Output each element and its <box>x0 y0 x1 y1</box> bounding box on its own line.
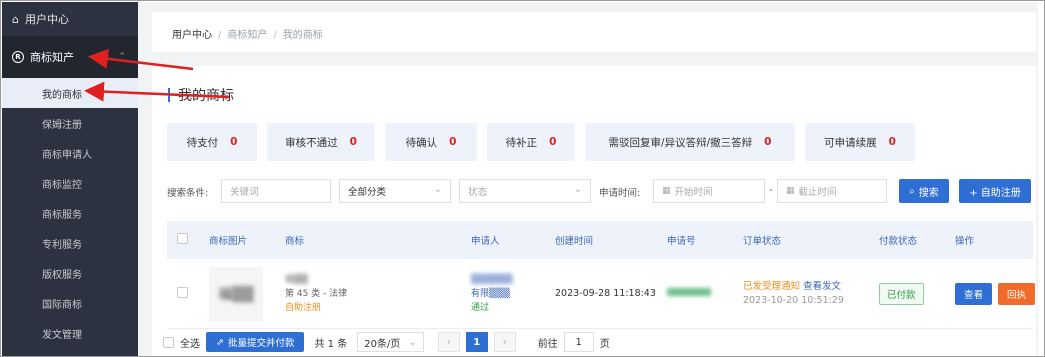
filter-label: 搜索条件: <box>167 188 209 199</box>
status-card-review[interactable]: 需驳回复审/异议答辩/撤三答辩 0 <box>585 123 795 161</box>
sidebar-item-user-center[interactable]: ⌂ 用户中心 <box>2 2 138 36</box>
total-count: 共 1 条 <box>314 338 348 350</box>
status-cards: 待支付 0 审核不通过 0 待确认 0 待补正 0 需驳回复审/异议答辩/撤三答辩 0 可… <box>167 123 915 161</box>
start-date-input[interactable]: ▦ 开始时间 <box>653 179 765 203</box>
status-card-rejected[interactable]: 审核不通过 0 <box>267 123 375 161</box>
trademark-table: 商标图片 商标 申请人 创建时间 申请号 订单状态 付款状态 操作 福▒▒ 福▒… <box>167 221 1036 329</box>
breadcrumb-item[interactable]: 商标知产 <box>227 30 267 41</box>
breadcrumb: 用户中心 / 商标知产 / 我的商标 <box>172 30 323 41</box>
row-checkbox[interactable] <box>177 286 188 298</box>
status-card-confirm[interactable]: 待确认 0 <box>385 123 477 161</box>
calendar-icon: ▦ <box>786 186 795 196</box>
page-suffix: 页 <box>599 338 610 350</box>
trademark-info: 福▒▒ 第 45 类 - 法律 自助注册 <box>285 274 348 313</box>
content-panel: 用户中心 / 商标知产 / 我的商标 我的商标 待支付 0 审核不通过 0 待确认 0 待补正… <box>152 12 1036 356</box>
sidebar: ⌂ 用户中心 R 商标知产 ⌃ 我的商标 保姆注册 商标申请人 商标监控 商标服… <box>2 2 138 356</box>
search-icon: ⌕ <box>909 185 915 197</box>
col-header: 付款状态 <box>879 236 918 247</box>
goto-page-input[interactable]: 1 <box>563 332 594 352</box>
breadcrumb-item: 我的商标 <box>282 30 323 41</box>
home-icon: ⌂ <box>12 12 19 26</box>
sidebar-item-copyright[interactable]: 版权服务 <box>2 258 138 288</box>
category-select[interactable]: 全部分类 ⌄ <box>339 179 451 203</box>
page-size-select[interactable]: 20条/页 ⌄ <box>357 332 424 352</box>
sidebar-item-international[interactable]: 国际商标 <box>2 288 138 318</box>
status-card-supplement[interactable]: 待补正 0 <box>487 123 575 161</box>
sidebar-item-label: 用户中心 <box>24 13 69 26</box>
page-title: 我的商标 <box>168 85 234 105</box>
sidebar-item-documents[interactable]: 发文管理 <box>2 318 138 348</box>
view-button[interactable]: 查看 <box>955 282 993 305</box>
self-register-button[interactable]: + 自助注册 <box>959 179 1031 203</box>
search-button[interactable]: ⌕ 搜索 <box>899 179 949 203</box>
app-frame: ⌂ 用户中心 R 商标知产 ⌃ 我的商标 保姆注册 商标申请人 商标监控 商标服… <box>0 0 1045 357</box>
trademark-image[interactable]: 福▒▒ <box>209 266 263 321</box>
end-date-input[interactable]: ▦ 截止时间 <box>777 179 887 203</box>
date-label: 申请时间: <box>599 188 641 199</box>
calendar-icon: ▦ <box>662 186 671 196</box>
status-card-renewal[interactable]: 可申请续展 0 <box>805 123 915 161</box>
col-header: 创建时间 <box>555 236 594 247</box>
select-all-label: 全选 <box>180 338 200 350</box>
table-row: 福▒▒ 福▒▒ 第 45 类 - 法律 自助注册 ▒▒▒▒▒▒ 有限▒▒▒ 通过… <box>167 259 1036 329</box>
send-icon: ⇗ <box>216 336 224 348</box>
created-time: 2023-09-28 11:18:43 <box>555 288 656 299</box>
next-page-button[interactable]: › <box>493 332 516 352</box>
col-header: 商标图片 <box>209 236 248 247</box>
main-area: 用户中心 / 商标知产 / 我的商标 我的商标 待支付 0 审核不通过 0 待确认 0 待补正… <box>138 2 1038 356</box>
sidebar-group-trademark[interactable]: R 商标知产 ⌃ <box>2 36 138 78</box>
status-select[interactable]: 状态 ⌄ <box>459 179 591 203</box>
chevron-up-icon: ⌃ <box>118 52 126 62</box>
sidebar-item-patent[interactable]: 专利服务 <box>2 228 138 258</box>
col-header: 操作 <box>955 236 975 247</box>
filter-bar: 搜索条件: 关键词 全部分类 ⌄ 状态 ⌄ 申请时间: ▦ 开始时间 - ▦ 截… <box>167 179 1033 203</box>
footer-select-all-checkbox[interactable] <box>163 336 174 348</box>
application-number <box>657 288 733 299</box>
goto-label: 前往 <box>537 338 558 350</box>
applicant-info: ▒▒▒▒▒▒ 有限▒▒▒ 通过 <box>471 274 513 313</box>
receipt-button[interactable]: 回执 <box>998 282 1036 305</box>
breadcrumb-item[interactable]: 用户中心 <box>172 30 212 41</box>
sidebar-item-tm-service[interactable]: 商标服务 <box>2 198 138 228</box>
table-header: 商标图片 商标 申请人 创建时间 申请号 订单状态 付款状态 操作 <box>167 221 1033 259</box>
sidebar-item-my-trademark[interactable]: 我的商标 <box>2 78 138 108</box>
registered-icon: R <box>12 51 24 63</box>
batch-pay-button[interactable]: ⇗ 批量提交并付款 <box>206 332 305 352</box>
col-header: 订单状态 <box>743 236 782 247</box>
sidebar-item-monitor[interactable]: 商标监控 <box>2 168 138 198</box>
view-document-link[interactable]: 查看发文 <box>803 281 841 292</box>
chevron-down-icon: ⌄ <box>573 184 582 195</box>
col-header: 申请人 <box>471 236 500 247</box>
order-status: 已发受理通知 查看发文 2023-10-20 10:51:29 <box>743 280 844 306</box>
col-header: 申请号 <box>667 236 696 247</box>
sidebar-item-nanny-register[interactable]: 保姆注册 <box>2 108 138 138</box>
sidebar-group-label: 商标知产 <box>30 51 74 64</box>
select-all-checkbox[interactable] <box>177 233 188 244</box>
divider <box>152 52 1036 66</box>
status-card-unpaid[interactable]: 待支付 0 <box>167 123 257 161</box>
title-accent-bar <box>168 88 170 102</box>
page-number-current[interactable]: 1 <box>465 332 488 352</box>
chevron-down-icon: ⌄ <box>408 336 417 348</box>
prev-page-button[interactable]: ‹ <box>437 332 460 352</box>
keyword-input[interactable]: 关键词 <box>221 179 331 203</box>
pay-status-badge: 已付款 <box>879 282 924 305</box>
sidebar-item-applicant[interactable]: 商标申请人 <box>2 138 138 168</box>
table-footer: 全选 ⇗ 批量提交并付款 共 1 条 20条/页 ⌄ ‹ 1 › 前往 1 页 <box>163 331 610 353</box>
col-header: 商标 <box>285 236 305 247</box>
chevron-down-icon: ⌄ <box>433 184 442 195</box>
